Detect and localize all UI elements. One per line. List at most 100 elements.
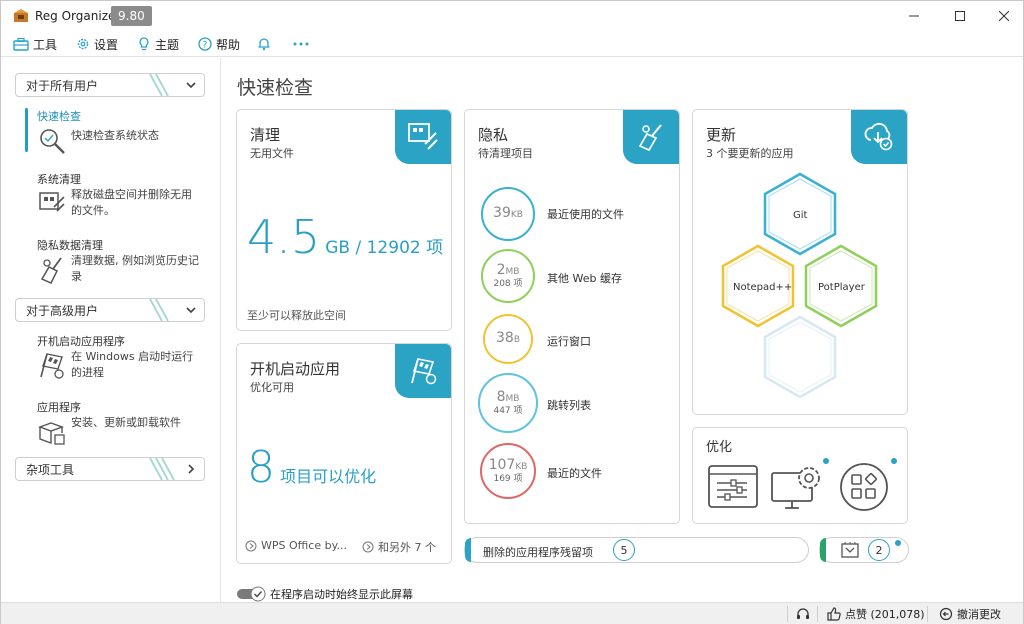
- privacy-ring-web-cache[interactable]: 2MB 208 项: [481, 249, 535, 303]
- likes-button[interactable]: 点赞 (201,078): [827, 606, 925, 622]
- group-advanced-button[interactable]: 对于高级用户: [15, 298, 205, 322]
- sidebar-item-startup-apps[interactable]: 开机启动应用程序 在 Windows 启动时运行的进程: [25, 333, 205, 385]
- privacy-ring-unit: KB: [515, 461, 528, 472]
- optimize-title: 优化: [706, 440, 733, 455]
- menu-theme[interactable]: 主题: [137, 34, 179, 54]
- help-icon: ?: [198, 37, 212, 51]
- app-window: Reg Organizer 9.80 工具 设置 主题 ? 帮助 对于所有用户 …: [0, 0, 1024, 624]
- privacy-ring-run-window[interactable]: 38B: [483, 314, 533, 364]
- thumbs-up-icon: [827, 607, 841, 621]
- status-separator: [787, 606, 788, 622]
- app-box-icon: [37, 422, 65, 445]
- status-separator: [817, 606, 818, 622]
- startup-screen-toggle-label: 在程序启动时始终显示此屏幕: [270, 588, 413, 601]
- notification-dot: [895, 540, 901, 546]
- privacy-ring-unit: MB: [505, 393, 520, 404]
- sidebar-item-title: 开机启动应用程序: [37, 335, 125, 348]
- leftovers-bar[interactable]: 删除的应用程序残留项 5: [464, 537, 809, 563]
- privacy-ring-number: 39: [493, 205, 511, 221]
- minimize-icon: [909, 15, 919, 17]
- startup-count-value: 8: [247, 442, 275, 493]
- maximize-icon: [955, 11, 965, 21]
- notification-dot: [891, 458, 897, 464]
- notifications-button[interactable]: [257, 34, 275, 54]
- privacy-label-jump-list: 跳转列表: [547, 399, 591, 412]
- chip-icon: [841, 542, 859, 558]
- cleanup-subtitle: 无用文件: [250, 147, 294, 160]
- toolbox-icon: [13, 37, 29, 51]
- race-flag-icon: [411, 358, 437, 385]
- startup-tab: [395, 344, 451, 398]
- privacy-ring-value: 39KB: [493, 206, 523, 222]
- privacy-label-recent-files: 最近的文件: [547, 467, 602, 480]
- minimize-button[interactable]: [899, 5, 929, 27]
- menu-settings[interactable]: 设置: [76, 34, 118, 54]
- startup-app-more-label: 和另外 7 个: [378, 541, 436, 554]
- startup-screen-toggle[interactable]: [237, 586, 267, 602]
- update-app-potplayer: PotPlayer: [818, 282, 865, 293]
- cleanup-icon: [408, 123, 438, 150]
- undo-changes-button[interactable]: 撤消更改: [939, 606, 1001, 622]
- gear-icon: [77, 38, 89, 50]
- sidebar-item-title: 隐私数据清理: [37, 239, 103, 252]
- sidebar-item-title: 系统清理: [37, 173, 81, 186]
- group-all-users-button[interactable]: 对于所有用户: [15, 73, 205, 97]
- cleanup-card[interactable]: 清理 无用文件 4.5 GB / 12902 项 至少可以释放此空间: [236, 109, 452, 331]
- version-badge: 9.80: [111, 6, 152, 26]
- extra-accent: [820, 538, 826, 562]
- optimize-settings-panel-icon[interactable]: [707, 461, 759, 511]
- maximize-button[interactable]: [945, 5, 975, 27]
- support-button[interactable]: [796, 606, 814, 622]
- cloud-download-icon: [864, 122, 893, 151]
- startup-screen-toggle-row: 在程序启动时始终显示此屏幕: [237, 586, 413, 602]
- page-title: 快速检查: [237, 77, 314, 99]
- power-icon: [362, 541, 374, 553]
- updates-title: 更新: [706, 126, 737, 144]
- sidebar-item-desc: 清理数据, 例如浏览历史记录: [71, 254, 199, 283]
- updates-tab: [851, 110, 907, 164]
- privacy-ring-value: 8MB: [497, 390, 520, 406]
- privacy-subtitle: 待清理项目: [478, 147, 533, 160]
- leftovers-count: 5: [613, 539, 635, 561]
- privacy-ring-value: 2MB: [497, 263, 520, 279]
- menu-help-label: 帮助: [216, 37, 241, 52]
- sidebar-item-quick-check[interactable]: 快速检查 快速检查系统状态: [25, 108, 205, 154]
- group-all-users-label: 对于所有用户: [26, 78, 99, 93]
- startup-card[interactable]: 开机启动应用 优化可用 8 项目可以优化 WPS Office by... 和另…: [236, 343, 452, 564]
- privacy-ring-sub: 169 项: [493, 473, 523, 484]
- privacy-ring-jump-list[interactable]: 8MB 447 项: [478, 373, 538, 433]
- race-flag-icon: [40, 353, 64, 379]
- privacy-ring-unit: MB: [505, 266, 520, 277]
- menu-theme-label: 主题: [155, 37, 180, 52]
- privacy-label-web-cache: 其他 Web 缓存: [547, 272, 622, 285]
- privacy-ring-recent-used[interactable]: 39KB: [481, 187, 535, 241]
- lightbulb-icon: [139, 37, 149, 51]
- extra-tool-bar[interactable]: 2: [819, 537, 909, 563]
- startup-subtitle: 优化可用: [250, 381, 294, 394]
- startup-app-1[interactable]: WPS Office by...: [245, 539, 347, 552]
- privacy-ring-number: 38: [495, 330, 514, 346]
- hex-empty: [763, 315, 837, 399]
- startup-count: 8 项目可以优化: [247, 442, 376, 493]
- close-button[interactable]: [989, 5, 1019, 27]
- more-dots-icon: [293, 42, 309, 46]
- menu-tools-label: 工具: [33, 37, 58, 52]
- sidebar-item-desc: 安装、更新或卸载软件: [71, 416, 181, 429]
- cleanup-size-unit: GB / 12902 项: [325, 238, 444, 258]
- optimize-apps-icon[interactable]: [838, 461, 890, 513]
- optimize-system-icon[interactable]: [769, 461, 827, 513]
- sidebar-item-applications[interactable]: 应用程序 安装、更新或卸载软件: [25, 399, 205, 445]
- menu-tools[interactable]: 工具: [13, 34, 57, 54]
- more-button[interactable]: [293, 34, 313, 54]
- cleanup-footer: 至少可以释放此空间: [247, 309, 346, 322]
- startup-app-more[interactable]: 和另外 7 个: [362, 539, 436, 555]
- stripes-decoration: [149, 299, 169, 321]
- sidebar: 对于所有用户 快速检查 快速检查系统状态 系统清理 释放磁盘空间并删除无用的文件…: [1, 58, 221, 602]
- sidebar-item-privacy-cleanup[interactable]: 隐私数据清理 清理数据, 例如浏览历史记录: [25, 237, 205, 289]
- updates-subtitle: 3 个要更新的应用: [706, 147, 794, 160]
- menu-help[interactable]: ? 帮助: [198, 34, 240, 54]
- group-misc-tools-button[interactable]: 杂项工具: [15, 457, 205, 481]
- sidebar-item-system-cleanup[interactable]: 系统清理 释放磁盘空间并删除无用的文件。: [25, 171, 205, 223]
- privacy-ring-recent-files[interactable]: 107KB 169 项: [480, 443, 536, 499]
- privacy-ring-sub: 447 项: [493, 405, 523, 416]
